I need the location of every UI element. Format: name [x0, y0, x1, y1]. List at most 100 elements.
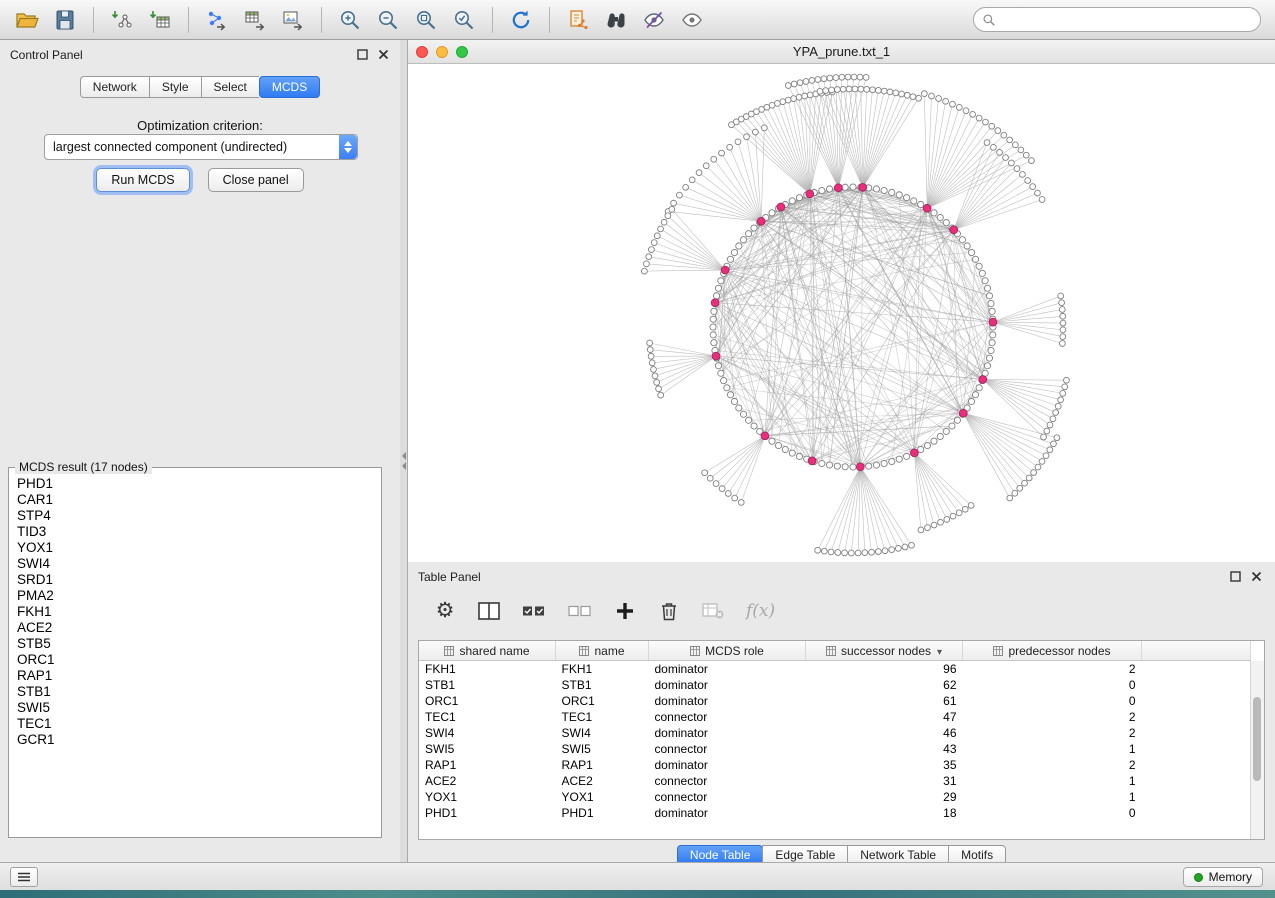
table-cell[interactable]: connector [649, 789, 806, 805]
table-cell[interactable]: SWI5 [419, 741, 556, 757]
delete-column-button[interactable] [658, 598, 680, 624]
export-network-button[interactable] [200, 4, 234, 36]
search-box[interactable] [973, 7, 1261, 32]
table-cell[interactable]: 0 [963, 677, 1142, 693]
table-cell[interactable]: 29 [806, 789, 963, 805]
table-row[interactable]: SWI4SWI4dominator462 [419, 725, 1251, 741]
table-cell[interactable]: ORC1 [419, 693, 556, 709]
zoom-in-button[interactable] [333, 4, 367, 36]
table-cell[interactable]: dominator [649, 805, 806, 821]
table-cell[interactable]: PHD1 [556, 805, 649, 821]
import-table-button[interactable] [143, 4, 177, 36]
table-cell[interactable] [1142, 709, 1251, 725]
save-session-button[interactable] [48, 4, 82, 36]
table-cell[interactable]: 2 [963, 661, 1142, 678]
mcds-result-item[interactable]: YOX1 [17, 540, 381, 556]
table-cell[interactable] [1142, 725, 1251, 741]
table-cell[interactable]: SWI4 [419, 725, 556, 741]
mcds-result-item[interactable]: TID3 [17, 524, 381, 540]
table-cell[interactable]: ACE2 [556, 773, 649, 789]
table-cell[interactable]: 1 [963, 741, 1142, 757]
mcds-result-item[interactable]: ORC1 [17, 652, 381, 668]
close-panel-icon[interactable] [1249, 569, 1263, 583]
refresh-view-button[interactable] [504, 4, 538, 36]
table-cell[interactable]: dominator [649, 693, 806, 709]
table-cell[interactable]: TEC1 [556, 709, 649, 725]
table-cell[interactable]: 43 [806, 741, 963, 757]
table-cell[interactable] [1142, 789, 1251, 805]
table-cell[interactable]: FKH1 [419, 661, 556, 678]
tab-select[interactable]: Select [201, 76, 259, 98]
table-row[interactable]: TEC1TEC1connector472 [419, 709, 1251, 725]
mcds-result-item[interactable]: SWI5 [17, 700, 381, 716]
deselect-all-columns-button[interactable] [568, 598, 592, 624]
zoom-fit-button[interactable] [409, 4, 443, 36]
table-cell[interactable]: SWI4 [556, 725, 649, 741]
open-file-button[interactable] [10, 4, 44, 36]
table-cell[interactable]: YOX1 [556, 789, 649, 805]
table-cell[interactable]: connector [649, 741, 806, 757]
table-settings-button[interactable]: ⚙ [434, 598, 456, 624]
mcds-result-item[interactable]: STB5 [17, 636, 381, 652]
zoom-selected-button[interactable] [447, 4, 481, 36]
table-cell[interactable]: 1 [963, 789, 1142, 805]
tab-style[interactable]: Style [149, 76, 201, 98]
delete-table-button[interactable] [702, 598, 724, 624]
criterion-dropdown[interactable]: largest connected component (undirected) [44, 134, 358, 160]
table-row[interactable]: SWI5SWI5connector431 [419, 741, 1251, 757]
function-builder-button[interactable]: f(x) [746, 598, 775, 624]
import-network-button[interactable] [105, 4, 139, 36]
mcds-result-item[interactable]: CAR1 [17, 492, 381, 508]
search-input[interactable] [1001, 12, 1252, 28]
table-scrollbar[interactable] [1250, 661, 1264, 839]
scrollbar-thumb[interactable] [1253, 697, 1261, 781]
mcds-result-item[interactable]: STB1 [17, 684, 381, 700]
column-header-mcds-role[interactable]: MCDS role [649, 641, 806, 661]
table-cell[interactable]: 31 [806, 773, 963, 789]
select-all-columns-button[interactable] [522, 598, 546, 624]
table-cell[interactable]: 2 [963, 709, 1142, 725]
mcds-result-item[interactable]: SRD1 [17, 572, 381, 588]
table-cell[interactable]: 2 [963, 757, 1142, 773]
table-cell[interactable]: RAP1 [556, 757, 649, 773]
mcds-result-item[interactable]: PHD1 [17, 476, 381, 492]
dropdown-stepper-icon[interactable] [339, 135, 357, 159]
panel-splitter[interactable] [400, 40, 408, 862]
create-column-button[interactable] [614, 598, 636, 624]
tab-mcds[interactable]: MCDS [259, 76, 320, 98]
table-cell[interactable]: 35 [806, 757, 963, 773]
table-cell[interactable]: dominator [649, 757, 806, 773]
column-header-name[interactable]: name [556, 641, 649, 661]
table-cell[interactable]: STB1 [556, 677, 649, 693]
table-cell[interactable]: 0 [963, 805, 1142, 821]
table-cell[interactable]: 2 [963, 725, 1142, 741]
mcds-result-item[interactable]: PMA2 [17, 588, 381, 604]
table-cell[interactable]: TEC1 [419, 709, 556, 725]
table-cell[interactable]: 47 [806, 709, 963, 725]
mcds-result-item[interactable]: FKH1 [17, 604, 381, 620]
network-canvas[interactable] [408, 64, 1275, 562]
table-cell[interactable]: 46 [806, 725, 963, 741]
run-mcds-button[interactable]: Run MCDS [96, 168, 189, 192]
export-table-button[interactable] [238, 4, 272, 36]
hide-annotations-button[interactable] [637, 4, 671, 36]
export-image-button[interactable] [276, 4, 310, 36]
splitter-collapse-icon[interactable] [401, 448, 406, 474]
table-cell[interactable]: SWI5 [556, 741, 649, 757]
close-panel-button[interactable]: Close panel [208, 168, 304, 192]
table-row[interactable]: STB1STB1dominator620 [419, 677, 1251, 693]
table-row[interactable]: YOX1YOX1connector291 [419, 789, 1251, 805]
table-cell[interactable]: connector [649, 709, 806, 725]
mcds-result-item[interactable]: GCR1 [17, 732, 381, 748]
table-cell[interactable] [1142, 693, 1251, 709]
table-cell[interactable]: YOX1 [419, 789, 556, 805]
tab-network[interactable]: Network [80, 76, 149, 98]
search-network-button[interactable] [599, 4, 633, 36]
column-header-successor-nodes[interactable]: successor nodes▾ [806, 641, 963, 661]
show-log-button[interactable] [10, 867, 38, 887]
table-cell[interactable]: dominator [649, 725, 806, 741]
table-cell[interactable] [1142, 677, 1251, 693]
table-cell[interactable] [1142, 661, 1251, 678]
column-header-shared-name[interactable]: shared name [419, 641, 556, 661]
table-row[interactable]: ACE2ACE2connector311 [419, 773, 1251, 789]
